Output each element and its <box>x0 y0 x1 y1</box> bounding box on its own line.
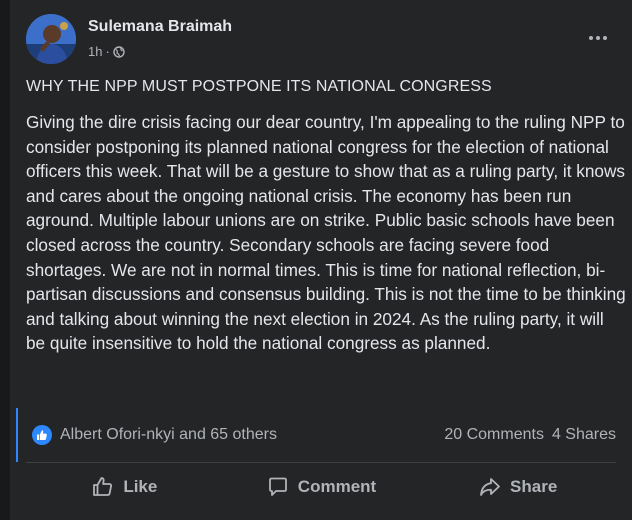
more-options-icon[interactable] <box>580 24 616 52</box>
globe-icon[interactable] <box>113 45 125 58</box>
post-time[interactable]: 1h <box>88 44 102 59</box>
share-icon <box>480 478 500 496</box>
action-bar: Like Comment Share <box>26 466 616 508</box>
engagement-stats: 20 Comments 4 Shares <box>444 422 616 448</box>
thumbs-up-icon <box>93 477 113 496</box>
meta-separator: · <box>105 44 110 59</box>
post-title: WHY THE NPP MUST POSTPONE ITS NATIONAL C… <box>26 78 492 95</box>
author-name[interactable]: Sulemana Braimah <box>88 18 232 36</box>
comments-count[interactable]: 20 Comments <box>444 426 544 444</box>
comment-icon <box>268 477 287 496</box>
reactions-text[interactable]: Albert Ofori-nkyi and 65 others <box>60 426 277 444</box>
avatar[interactable] <box>26 14 76 64</box>
divider <box>26 462 616 463</box>
focus-indicator <box>16 408 18 462</box>
share-button[interactable]: Share <box>419 466 616 508</box>
like-button[interactable]: Like <box>26 466 223 508</box>
reactions-summary[interactable]: Albert Ofori-nkyi and 65 others <box>32 422 277 448</box>
post-meta: 1h · <box>88 44 125 59</box>
post-body: Giving the dire crisis facing our dear c… <box>26 112 626 354</box>
facebook-post: Sulemana Braimah 1h · WHY THE NPP MUST P… <box>10 0 632 520</box>
comment-label: Comment <box>297 477 377 496</box>
like-label: Like <box>123 477 158 496</box>
shares-count[interactable]: 4 Shares <box>552 426 616 444</box>
post-header: Sulemana Braimah 1h · <box>26 14 616 64</box>
comment-button[interactable]: Comment <box>223 466 420 508</box>
share-label: Share <box>510 477 558 496</box>
like-reaction-icon <box>32 425 52 445</box>
